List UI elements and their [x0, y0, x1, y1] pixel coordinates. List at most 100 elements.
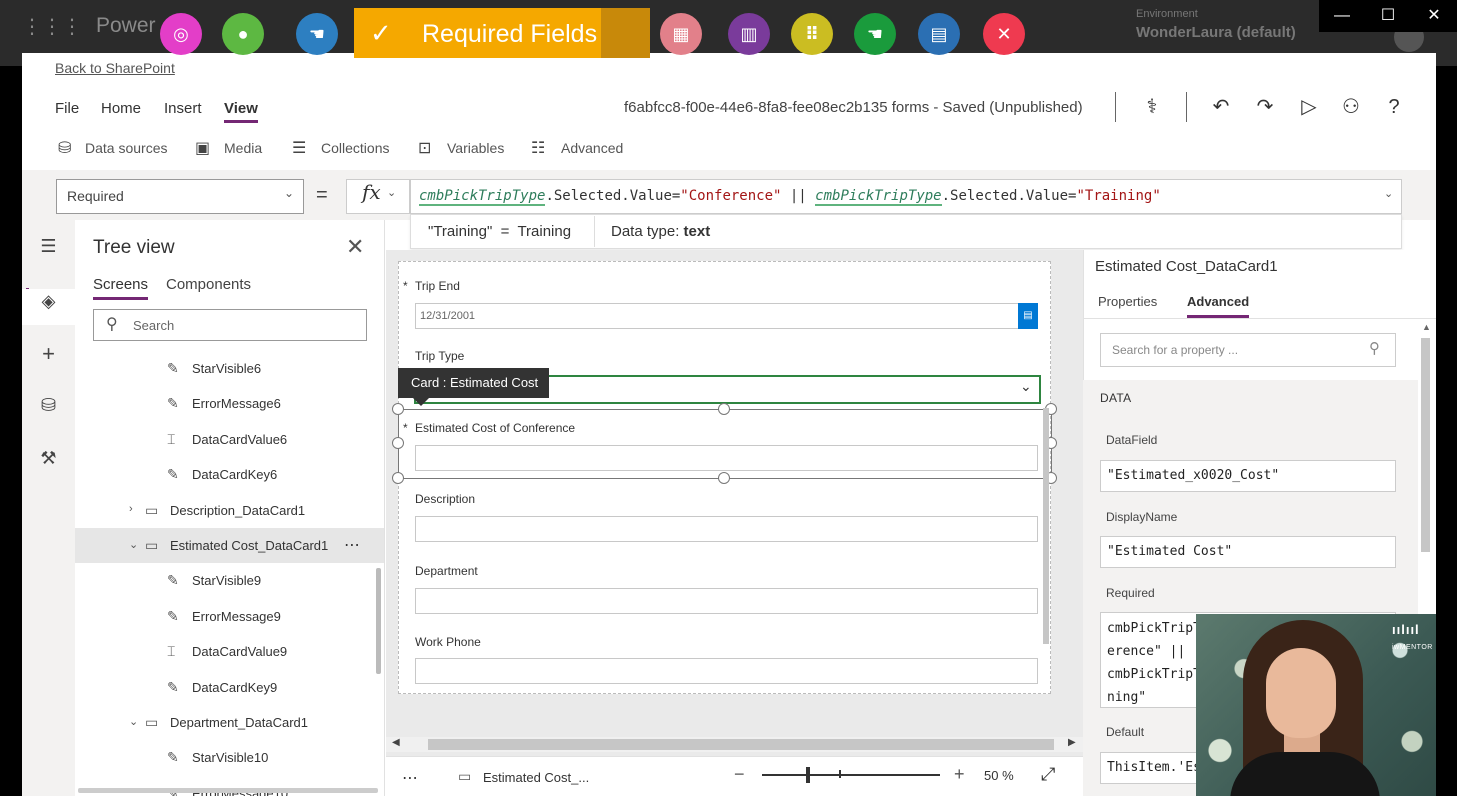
- tools-icon[interactable]: ✕: [983, 13, 1025, 55]
- app-checker-icon[interactable]: ⚕: [1137, 93, 1167, 121]
- tab-screens[interactable]: Screens: [93, 276, 149, 300]
- help-icon[interactable]: ?: [1379, 93, 1409, 121]
- ribbon-data-sources[interactable]: Data sources: [85, 140, 167, 156]
- scroll-right-icon[interactable]: ▶: [1068, 737, 1076, 748]
- chevron-down-icon[interactable]: ⌄: [284, 186, 294, 200]
- tree-item[interactable]: ⌄ ▭ Estimated Cost_DataCard1: [75, 528, 384, 563]
- fx-icon[interactable]: fx: [362, 180, 381, 204]
- plus-icon[interactable]: +: [22, 341, 75, 367]
- menu-file[interactable]: File: [55, 100, 79, 117]
- media-icon[interactable]: ▣: [195, 138, 210, 158]
- calendar-icon[interactable]: ▤: [1018, 303, 1038, 329]
- scroll-left-icon[interactable]: ◀: [392, 737, 400, 748]
- ribbon-variables[interactable]: Variables: [447, 140, 504, 156]
- resize-handle[interactable]: [392, 403, 404, 415]
- pointing-hand-green-icon[interactable]: ☚: [854, 13, 896, 55]
- braille-icon[interactable]: ⠿: [791, 13, 833, 55]
- advanced-icon[interactable]: ☷: [531, 138, 545, 158]
- environment-value[interactable]: WonderLaura (default): [1136, 24, 1296, 41]
- card-icon: ▭: [145, 502, 159, 518]
- tree-item[interactable]: ✎ StarVisible10: [75, 740, 384, 775]
- undo-icon[interactable]: ↶: [1206, 93, 1236, 121]
- zoom-in-button[interactable]: +: [954, 764, 965, 785]
- fit-to-window-icon[interactable]: ⤢: [1041, 764, 1055, 785]
- ribbon-collections[interactable]: Collections: [321, 140, 389, 156]
- building-icon[interactable]: ▦: [660, 13, 702, 55]
- close-icon[interactable]: ✕: [346, 234, 364, 260]
- tree-horizontal-scrollbar[interactable]: [78, 788, 378, 793]
- formula-input[interactable]: cmbPickTripType.Selected.Value="Conferen…: [410, 179, 1402, 214]
- resize-handle[interactable]: [718, 403, 730, 415]
- back-to-sharepoint-link[interactable]: Back to SharePoint: [55, 60, 175, 76]
- chevron-down-icon[interactable]: ⌄: [129, 715, 138, 728]
- play-icon[interactable]: ▷: [1294, 93, 1324, 121]
- tree-item[interactable]: ⌶ DataCardValue9: [75, 634, 384, 669]
- resize-handle[interactable]: [392, 472, 404, 484]
- form-scrollbar[interactable]: [1043, 408, 1049, 644]
- tree-item[interactable]: ✎ ErrorMessage6: [75, 386, 384, 421]
- tab-components[interactable]: Components: [166, 276, 251, 293]
- tree-item[interactable]: ✎ ErrorMessage9: [75, 599, 384, 634]
- close-button[interactable]: ✕: [1411, 0, 1457, 32]
- chevron-down-icon[interactable]: ⌄: [1020, 378, 1032, 395]
- properties-scrollbar[interactable]: [1421, 338, 1430, 552]
- maximize-button[interactable]: ☐: [1365, 0, 1411, 32]
- more-options-icon[interactable]: ⋯: [402, 768, 419, 788]
- edit-label-icon: ✎: [167, 466, 179, 482]
- ribbon-advanced[interactable]: Advanced: [561, 140, 623, 156]
- data-sources-icon[interactable]: ⛁: [58, 138, 71, 158]
- trip-end-date-picker[interactable]: [415, 303, 1019, 329]
- tree-scrollbar[interactable]: [376, 568, 381, 674]
- resize-handle[interactable]: [392, 437, 404, 449]
- share-icon[interactable]: ⚇: [1336, 93, 1366, 121]
- resize-handle[interactable]: [718, 472, 730, 484]
- zoom-slider-thumb[interactable]: [806, 767, 810, 783]
- app-launcher-icon[interactable]: ⋮⋮⋮: [22, 14, 82, 40]
- tree-item[interactable]: ✎ErrorMessage10: [75, 776, 384, 796]
- user-icon[interactable]: ●: [222, 13, 264, 55]
- chevron-down-icon[interactable]: ⌄: [387, 186, 396, 199]
- tab-advanced[interactable]: Advanced: [1187, 294, 1250, 318]
- tools-icon[interactable]: ⚒: [22, 448, 75, 469]
- pointing-hand-icon[interactable]: ☚: [296, 13, 338, 55]
- estimated-cost-input[interactable]: [415, 445, 1038, 471]
- chevron-down-icon[interactable]: ⌄: [1384, 187, 1393, 200]
- tab-properties[interactable]: Properties: [1098, 294, 1157, 309]
- variables-icon[interactable]: ⊡: [418, 138, 431, 158]
- chevron-down-icon[interactable]: ⌄: [129, 538, 138, 551]
- datafield-input[interactable]: "Estimated_x0020_Cost": [1100, 460, 1396, 492]
- menu-home[interactable]: Home: [101, 100, 141, 117]
- tree-item[interactable]: ⌄ ▭ Department_DataCard1: [75, 705, 384, 740]
- library-icon[interactable]: ▥: [728, 13, 770, 55]
- property-dropdown[interactable]: Required: [56, 179, 304, 214]
- collections-icon[interactable]: ☰: [292, 138, 306, 158]
- selected-control-name[interactable]: Estimated Cost_...: [483, 770, 589, 785]
- compass-icon[interactable]: ◎: [160, 13, 202, 55]
- tree-item[interactable]: ✎ DataCardKey6: [75, 457, 384, 492]
- description-input[interactable]: [415, 516, 1038, 542]
- chevron-right-icon[interactable]: ›: [129, 503, 133, 515]
- layers-icon[interactable]: ◈: [22, 289, 75, 325]
- hamburger-icon[interactable]: ☰: [22, 236, 75, 257]
- zoom-out-button[interactable]: −: [734, 764, 745, 785]
- displayname-input[interactable]: "Estimated Cost": [1100, 536, 1396, 568]
- menu-insert[interactable]: Insert: [164, 100, 202, 117]
- canvas-horizontal-scrollbar[interactable]: [428, 739, 1054, 750]
- tree-item[interactable]: ⌶ DataCardValue6: [75, 422, 384, 457]
- tree-item[interactable]: ✎ DataCardKey9: [75, 670, 384, 705]
- tree-item[interactable]: ✎ StarVisible9: [75, 563, 384, 598]
- redo-icon[interactable]: ↷: [1250, 93, 1280, 121]
- menu-view[interactable]: View: [224, 100, 258, 123]
- scroll-up-icon[interactable]: ▲: [1422, 322, 1431, 332]
- database-icon[interactable]: ⛁: [22, 395, 75, 416]
- zoom-slider[interactable]: [762, 774, 940, 776]
- department-input[interactable]: [415, 588, 1038, 614]
- work-phone-input[interactable]: [415, 658, 1038, 684]
- minimize-button[interactable]: —: [1319, 0, 1365, 32]
- tree-item[interactable]: ✎ StarVisible6: [75, 351, 384, 386]
- formula-control-ref: cmbPickTripType: [815, 188, 942, 206]
- more-options-icon[interactable]: ⋯: [344, 535, 361, 555]
- document-icon[interactable]: ▤: [918, 13, 960, 55]
- ribbon-media[interactable]: Media: [224, 140, 262, 156]
- tree-item[interactable]: › ▭ Description_DataCard1: [75, 493, 384, 528]
